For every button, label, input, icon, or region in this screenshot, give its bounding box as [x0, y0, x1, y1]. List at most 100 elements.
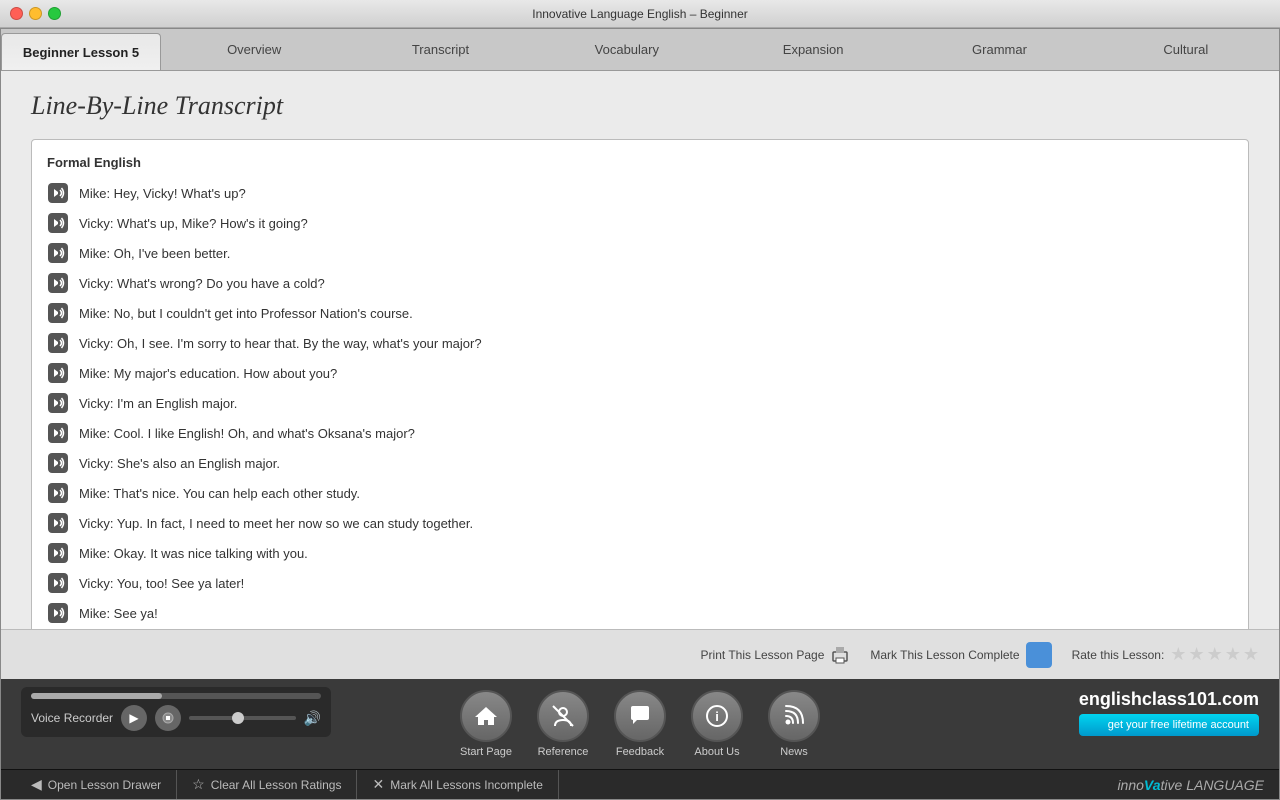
- mark-incomplete-button[interactable]: ✕ Mark All Lessons Incomplete: [357, 770, 558, 799]
- transcript-text: Mike: No, but I couldn't get into Profes…: [79, 306, 413, 321]
- nav-label-0: Start Page: [460, 746, 512, 758]
- tab-cultural[interactable]: Cultural: [1093, 29, 1279, 70]
- transcript-text: Vicky: Oh, I see. I'm sorry to hear that…: [79, 336, 482, 351]
- speaker-audio-button[interactable]: [47, 392, 69, 414]
- speaker-audio-button[interactable]: [47, 512, 69, 534]
- speaker-audio-button[interactable]: [47, 302, 69, 324]
- recorder-play-button[interactable]: ▶: [121, 705, 147, 731]
- recorder-progress-bar[interactable]: [31, 693, 321, 699]
- mark-complete-button[interactable]: [1026, 642, 1052, 668]
- transcript-line: Mike: My major's education. How about yo…: [47, 362, 1233, 384]
- transcript-box: Formal English Mike: Hey, Vicky! What's …: [31, 139, 1249, 629]
- ec101-badge: englishclass101.com get your free lifeti…: [1079, 689, 1259, 736]
- transcript-lines: Mike: Hey, Vicky! What's up? Vicky: What…: [47, 182, 1233, 624]
- mark-complete-label: Mark This Lesson Complete: [870, 648, 1019, 662]
- recorder-volume-slider[interactable]: [189, 716, 296, 720]
- rate-container: Rate this Lesson: ★ ★ ★ ★ ★: [1072, 644, 1259, 665]
- page-title: Line-By-Line Transcript: [31, 91, 1249, 121]
- star-2[interactable]: ★: [1188, 644, 1204, 665]
- transcript-line: Mike: No, but I couldn't get into Profes…: [47, 302, 1233, 324]
- transcript-line: Vicky: What's up, Mike? How's it going?: [47, 212, 1233, 234]
- ec101-logo: englishclass101.com: [1079, 689, 1259, 710]
- close-button[interactable]: [10, 7, 23, 20]
- nav-icon-0: [460, 690, 512, 742]
- nav-icon-3: i: [691, 690, 743, 742]
- nav-icon-1: [537, 690, 589, 742]
- transcript-line: Vicky: What's wrong? Do you have a cold?: [47, 272, 1233, 294]
- recorder-progress-fill: [31, 693, 162, 699]
- speaker-audio-button[interactable]: [47, 602, 69, 624]
- nav-icon-4: [768, 690, 820, 742]
- nav-label-4: News: [780, 746, 808, 758]
- star-4[interactable]: ★: [1225, 644, 1241, 665]
- transcript-text: Vicky: What's wrong? Do you have a cold?: [79, 276, 325, 291]
- transcript-text: Mike: Oh, I've been better.: [79, 246, 230, 261]
- speaker-audio-button[interactable]: [47, 182, 69, 204]
- print-label: Print This Lesson Page: [701, 648, 825, 662]
- star-3[interactable]: ★: [1207, 644, 1223, 665]
- maximize-button[interactable]: [48, 7, 61, 20]
- transcript-line: Mike: Hey, Vicky! What's up?: [47, 182, 1233, 204]
- speaker-audio-button[interactable]: [47, 542, 69, 564]
- ratings-icon: ☆: [192, 776, 205, 793]
- speaker-audio-button[interactable]: [47, 242, 69, 264]
- speaker-audio-button[interactable]: [47, 452, 69, 474]
- tab-expansion[interactable]: Expansion: [720, 29, 906, 70]
- tab-overview[interactable]: Overview: [161, 29, 347, 70]
- nav-item-about-us[interactable]: i About Us: [691, 690, 743, 758]
- ec101-cta-button[interactable]: get your free lifetime account: [1079, 714, 1259, 736]
- recorder-controls: Voice Recorder ▶ 🔊: [31, 705, 321, 731]
- rate-label: Rate this Lesson:: [1072, 648, 1165, 662]
- transcript-line: Vicky: I'm an English major.: [47, 392, 1233, 414]
- nav-item-reference[interactable]: Reference: [537, 690, 589, 758]
- speaker-audio-button[interactable]: [47, 362, 69, 384]
- nav-item-news[interactable]: News: [768, 690, 820, 758]
- speaker-audio-button[interactable]: [47, 272, 69, 294]
- transcript-text: Mike: Hey, Vicky! What's up?: [79, 186, 246, 201]
- speaker-audio-button[interactable]: [47, 332, 69, 354]
- transcript-text: Vicky: She's also an English major.: [79, 456, 280, 471]
- transcript-text: Mike: My major's education. How about yo…: [79, 366, 337, 381]
- ratings-label: Clear All Lesson Ratings: [211, 778, 342, 792]
- speaker-audio-button[interactable]: [47, 422, 69, 444]
- recorder-label: Voice Recorder: [31, 711, 113, 725]
- voice-recorder: Voice Recorder ▶ 🔊: [21, 687, 331, 737]
- tab-active-lesson[interactable]: Beginner Lesson 5: [1, 33, 161, 70]
- nav-item-start-page[interactable]: Start Page: [460, 690, 512, 758]
- speaker-audio-button[interactable]: [47, 482, 69, 504]
- nav-icon-2: [614, 690, 666, 742]
- clear-ratings-button[interactable]: ☆ Clear All Lesson Ratings: [177, 770, 357, 799]
- star-1[interactable]: ★: [1170, 644, 1186, 665]
- transcript-line: Vicky: Yup. In fact, I need to meet her …: [47, 512, 1233, 534]
- innovative-logo: innoVative LANGUAGE: [1117, 777, 1264, 793]
- nav-item-feedback[interactable]: Feedback: [614, 690, 666, 758]
- print-button[interactable]: Print This Lesson Page: [701, 645, 851, 665]
- tab-vocabulary[interactable]: Vocabulary: [534, 29, 720, 70]
- tab-grammar[interactable]: Grammar: [906, 29, 1092, 70]
- print-icon: [830, 645, 850, 665]
- tabbar: Beginner Lesson 5 Overview Transcript Vo…: [1, 29, 1279, 71]
- transcript-line: Mike: Cool. I like English! Oh, and what…: [47, 422, 1233, 444]
- drawer-icon: ◀: [31, 776, 42, 793]
- speaker-audio-button[interactable]: [47, 572, 69, 594]
- transcript-line: Mike: Oh, I've been better.: [47, 242, 1233, 264]
- open-lesson-drawer-button[interactable]: ◀ Open Lesson Drawer: [16, 770, 177, 799]
- transcript-text: Vicky: You, too! See ya later!: [79, 576, 244, 591]
- incomplete-icon: ✕: [372, 776, 384, 793]
- transcript-text: Vicky: Yup. In fact, I need to meet her …: [79, 516, 473, 531]
- recorder-volume-icon: 🔊: [304, 710, 321, 727]
- window-title: Innovative Language English – Beginner: [532, 7, 748, 21]
- transcript-text: Mike: Cool. I like English! Oh, and what…: [79, 426, 415, 441]
- recorder-stop-button[interactable]: [155, 705, 181, 731]
- tab-transcript[interactable]: Transcript: [347, 29, 533, 70]
- star-rating[interactable]: ★ ★ ★ ★ ★: [1170, 644, 1259, 665]
- transcript-line: Vicky: You, too! See ya later!: [47, 572, 1233, 594]
- mark-complete-container: Mark This Lesson Complete: [870, 642, 1051, 668]
- speaker-audio-button[interactable]: [47, 212, 69, 234]
- minimize-button[interactable]: [29, 7, 42, 20]
- nav-label-3: About Us: [694, 746, 739, 758]
- transcript-line: Vicky: She's also an English major.: [47, 452, 1233, 474]
- main-window: Beginner Lesson 5 Overview Transcript Vo…: [0, 28, 1280, 800]
- navbar: Voice Recorder ▶ 🔊 Start Page Reference Fe…: [1, 679, 1279, 769]
- star-5[interactable]: ★: [1243, 644, 1259, 665]
